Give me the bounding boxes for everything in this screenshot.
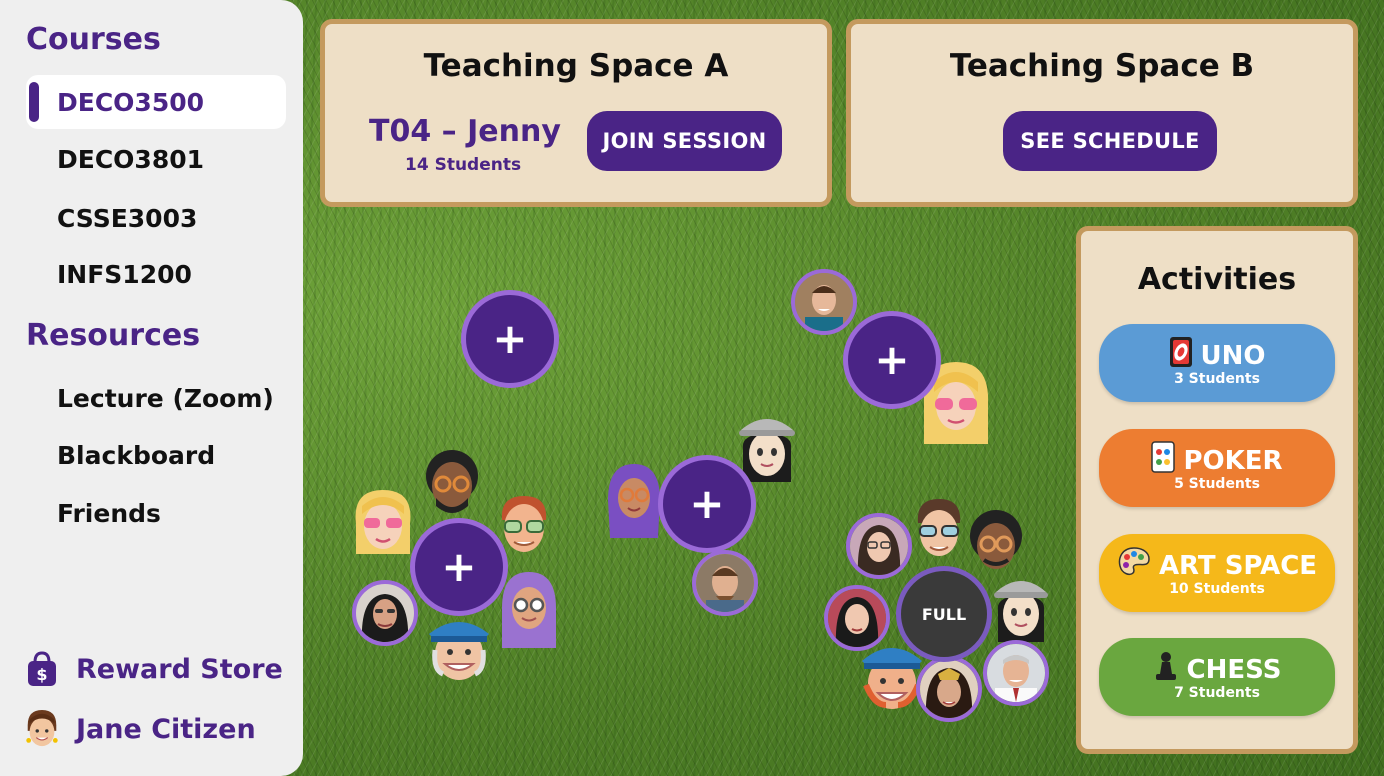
student-avatar [994,581,1048,642]
sidebar-item-friends[interactable]: Friends [26,486,286,540]
teaching-space-a-title: Teaching Space A [423,48,729,84]
activity-poker[interactable]: POKER 5 Students [1099,429,1335,507]
full-group-indicator: FULL [896,566,992,662]
teaching-space-a-panel: Teaching Space A T04 – Jenny 14 Students… [320,19,832,207]
student-photo [791,269,857,335]
activity-art-space[interactable]: ART SPACE 10 Students [1099,534,1335,612]
see-schedule-button[interactable]: SEE SCHEDULE [1003,111,1217,171]
student-photo [916,656,982,722]
student-photo [983,640,1049,706]
teaching-space-b-title: Teaching Space B [949,48,1255,84]
sidebar-item-deco3801[interactable]: DECO3801 [26,132,286,186]
activity-student-count: 10 Students [1169,581,1265,597]
activity-student-count: 3 Students [1174,371,1260,387]
join-group-button[interactable]: + [843,311,941,409]
palette-icon [1117,546,1151,585]
memoji-avatar [22,709,62,749]
sidebar-item-lecture-zoom[interactable]: Lecture (Zoom) [26,371,286,425]
playing-card-icon [1151,441,1176,480]
student-avatar [429,622,489,680]
sidebar-item-label: Blackboard [57,440,216,470]
join-group-button[interactable]: + [658,455,756,553]
sidebar-item-label: DECO3500 [57,87,205,117]
sidebar-item-infs1200[interactable]: INFS1200 [26,247,286,301]
sidebar-item-label: Lecture (Zoom) [57,383,274,413]
join-session-button[interactable]: JOIN SESSION [587,111,782,171]
chess-pawn-icon [1153,650,1179,689]
activity-name: POKER [1183,445,1283,476]
svg-text:$: $ [36,665,47,684]
student-avatar [355,490,411,554]
activity-student-count: 7 Students [1174,685,1260,701]
sidebar-item-blackboard[interactable]: Blackboard [26,428,286,482]
student-avatar [502,572,556,648]
activity-name: UNO [1200,340,1266,371]
user-profile[interactable]: Jane Citizen [22,705,256,753]
join-group-button[interactable]: + [461,290,559,388]
sidebar-item-label: INFS1200 [57,259,192,289]
shopping-bag-dollar-icon: $ [22,649,62,689]
active-indicator [29,82,39,122]
activities-title: Activities [1137,262,1297,297]
uno-card-icon [1169,336,1193,375]
sidebar-item-label: Friends [57,498,161,528]
teaching-space-b-panel: Teaching Space B SEE SCHEDULE [846,19,1358,207]
activities-panel: Activities UNO 3 Students POKER 5 Studen… [1076,226,1358,754]
student-photo [352,580,418,646]
activity-name: ART SPACE [1158,550,1318,581]
user-name: Jane Citizen [76,713,256,745]
reward-store-link[interactable]: $ Reward Store [22,645,283,693]
student-avatar [426,450,478,513]
student-photo [824,585,890,651]
sidebar-item-label: CSSE3003 [57,203,198,233]
resources-heading: Resources [26,318,201,353]
courses-heading: Courses [26,22,161,57]
sidebar-item-deco3500[interactable]: DECO3500 [26,75,286,129]
sidebar: Courses DECO3500 DECO3801 CSSE3003 INFS1… [0,0,303,776]
join-group-button[interactable]: + [410,518,508,616]
tutorial-student-count: 14 Students [405,155,522,175]
reward-store-label: Reward Store [76,653,283,685]
activity-uno[interactable]: UNO 3 Students [1099,324,1335,402]
student-photo [846,513,912,579]
student-avatar [608,464,660,538]
activity-name: CHESS [1186,654,1282,685]
sidebar-item-label: DECO3801 [57,144,205,174]
activity-chess[interactable]: CHESS 7 Students [1099,638,1335,716]
activity-student-count: 5 Students [1174,476,1260,492]
sidebar-item-csse3003[interactable]: CSSE3003 [26,191,286,245]
student-photo [692,550,758,616]
tutorial-name: T04 – Jenny [369,114,561,149]
